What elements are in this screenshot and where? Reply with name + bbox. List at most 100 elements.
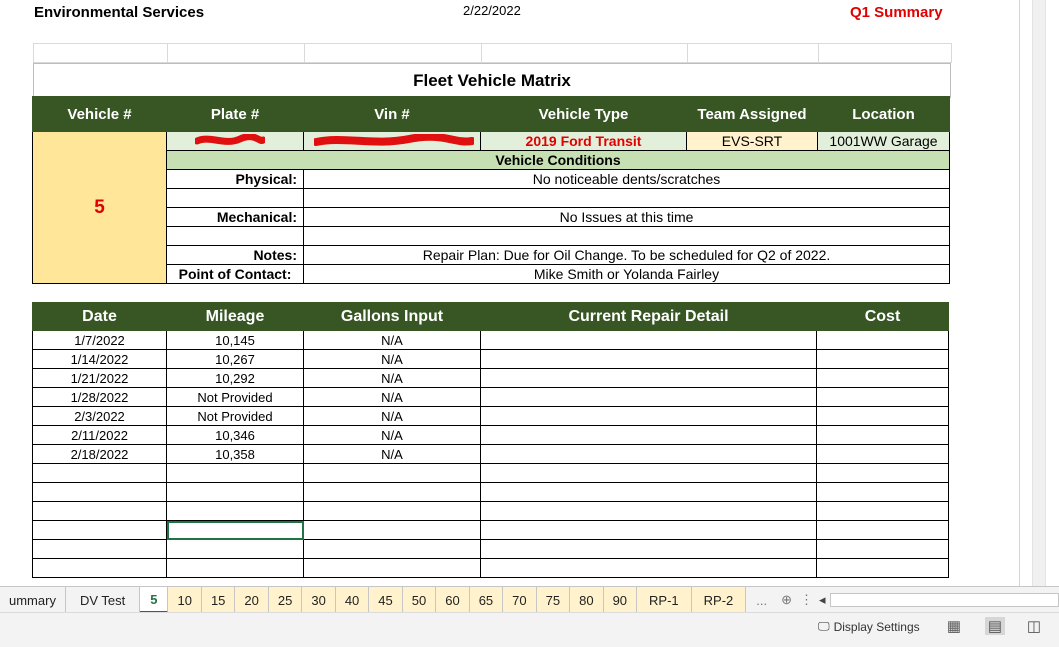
tab-60[interactable]: 60 — [436, 587, 470, 613]
grid-cell[interactable] — [816, 501, 949, 521]
repair-cell[interactable] — [480, 330, 817, 350]
page-break-icon[interactable]: ◫ — [1024, 617, 1044, 635]
grid-cell[interactable] — [480, 463, 817, 483]
contact-label[interactable]: Point of Contact: — [166, 264, 304, 284]
blank-cell[interactable] — [303, 226, 950, 246]
tab-30[interactable]: 30 — [302, 587, 336, 613]
scroll-left-icon[interactable]: ◂ — [817, 587, 826, 613]
mileage-cell[interactable]: 10,145 — [166, 330, 304, 350]
date-cell[interactable]: 1/7/2022 — [32, 330, 167, 350]
team-value[interactable]: EVS-SRT — [686, 131, 818, 151]
col-location[interactable]: Location — [817, 96, 950, 132]
grid-cell[interactable] — [818, 43, 952, 63]
page-layout-icon[interactable]: ▤ — [985, 617, 1005, 635]
notes-value[interactable]: Repair Plan: Due for Oil Change. To be s… — [303, 245, 950, 265]
grid-cell[interactable] — [32, 482, 167, 502]
location-value[interactable]: 1001WW Garage — [817, 131, 950, 151]
tab-80[interactable]: 80 — [570, 587, 604, 613]
repair-cell[interactable] — [480, 425, 817, 445]
cost-cell[interactable] — [816, 387, 949, 407]
gallons-cell[interactable]: N/A — [303, 349, 481, 369]
vin-value[interactable] — [303, 131, 481, 151]
col-cost[interactable]: Cost — [816, 302, 949, 331]
tab-rp-2[interactable]: RP-2 — [691, 587, 747, 613]
tab-50[interactable]: 50 — [402, 587, 437, 613]
date-cell[interactable]: 2/3/2022 — [32, 406, 167, 426]
col-date[interactable]: Date — [32, 302, 167, 331]
gallons-cell[interactable]: N/A — [303, 406, 481, 426]
grid-cell[interactable] — [32, 501, 167, 521]
display-settings-button[interactable]: 🖵 Display Settings — [818, 619, 920, 634]
conditions-heading[interactable]: Vehicle Conditions — [166, 150, 950, 170]
grid-cell[interactable] — [816, 463, 949, 483]
mileage-cell[interactable]: 10,358 — [166, 444, 304, 464]
mileage-cell[interactable]: Not Provided — [166, 406, 304, 426]
grid-cell[interactable] — [480, 501, 817, 521]
date-cell[interactable]: 1/14/2022 — [32, 349, 167, 369]
grid-cell[interactable] — [32, 463, 167, 483]
gallons-cell[interactable]: N/A — [303, 330, 481, 350]
col-repair-detail[interactable]: Current Repair Detail — [480, 302, 817, 331]
repair-cell[interactable] — [480, 444, 817, 464]
physical-value[interactable]: No noticeable dents/scratches — [303, 169, 950, 189]
normal-view-icon[interactable]: ▦ — [944, 617, 964, 635]
grid-cell[interactable] — [166, 463, 304, 483]
grid-cell[interactable] — [816, 482, 949, 502]
date-cell[interactable]: 2/11/2022 — [32, 425, 167, 445]
gallons-cell[interactable]: N/A — [303, 425, 481, 445]
more-tabs-button[interactable]: ... — [746, 587, 777, 613]
col-vehicle-num[interactable]: Vehicle # — [32, 96, 167, 132]
mileage-cell[interactable]: Not Provided — [166, 387, 304, 407]
grid-cell[interactable] — [166, 501, 304, 521]
grid-cell[interactable] — [167, 43, 305, 63]
splitter-icon[interactable]: ⋮ — [796, 587, 817, 613]
repair-cell[interactable] — [480, 387, 817, 407]
col-vehicle-type[interactable]: Vehicle Type — [480, 96, 687, 132]
grid-cell[interactable] — [303, 558, 481, 578]
tab-65[interactable]: 65 — [469, 587, 504, 613]
cost-cell[interactable] — [816, 406, 949, 426]
tab-rp-1[interactable]: RP-1 — [637, 587, 692, 613]
tab-70[interactable]: 70 — [503, 587, 537, 613]
mileage-cell[interactable]: 10,267 — [166, 349, 304, 369]
contact-value[interactable]: Mike Smith or Yolanda Fairley — [303, 264, 950, 284]
tab-5[interactable]: 5 — [140, 587, 169, 613]
gallons-cell[interactable]: N/A — [303, 444, 481, 464]
add-sheet-icon[interactable]: ⊕ — [777, 587, 796, 613]
grid-cell[interactable] — [166, 482, 304, 502]
cost-cell[interactable] — [816, 368, 949, 388]
grid-cell[interactable] — [32, 520, 167, 540]
repair-cell[interactable] — [480, 368, 817, 388]
tab-summary[interactable]: ummary — [0, 587, 66, 613]
grid-cell[interactable] — [166, 539, 304, 559]
col-plate[interactable]: Plate # — [166, 96, 304, 132]
cost-cell[interactable] — [816, 444, 949, 464]
grid-cell[interactable] — [816, 539, 949, 559]
mechanical-label[interactable]: Mechanical: — [166, 207, 304, 227]
tab-20[interactable]: 20 — [235, 587, 269, 613]
cost-cell[interactable] — [816, 330, 949, 350]
col-mileage[interactable]: Mileage — [166, 302, 304, 331]
cost-cell[interactable] — [816, 349, 949, 369]
col-gallons[interactable]: Gallons Input — [303, 302, 481, 331]
tab-90[interactable]: 90 — [603, 587, 638, 613]
selected-cell[interactable] — [166, 520, 304, 540]
tab-10[interactable]: 10 — [168, 587, 202, 613]
grid-cell[interactable] — [33, 43, 168, 63]
grid-cell[interactable] — [480, 482, 817, 502]
plate-value[interactable] — [166, 131, 304, 151]
blank-cell[interactable] — [303, 188, 950, 208]
col-vin[interactable]: Vin # — [303, 96, 481, 132]
tab-75[interactable]: 75 — [536, 587, 571, 613]
grid-cell[interactable] — [303, 520, 481, 540]
grid-cell[interactable] — [32, 558, 167, 578]
tab-15[interactable]: 15 — [201, 587, 236, 613]
vertical-scrollbar[interactable] — [1019, 0, 1059, 586]
tab-40[interactable]: 40 — [335, 587, 370, 613]
horizontal-scrollbar[interactable] — [829, 593, 1059, 607]
grid-cell[interactable] — [304, 43, 482, 63]
date-cell[interactable]: 1/28/2022 — [32, 387, 167, 407]
mileage-cell[interactable]: 10,292 — [166, 368, 304, 388]
blank-cell[interactable] — [166, 188, 304, 208]
tab-25[interactable]: 25 — [268, 587, 303, 613]
